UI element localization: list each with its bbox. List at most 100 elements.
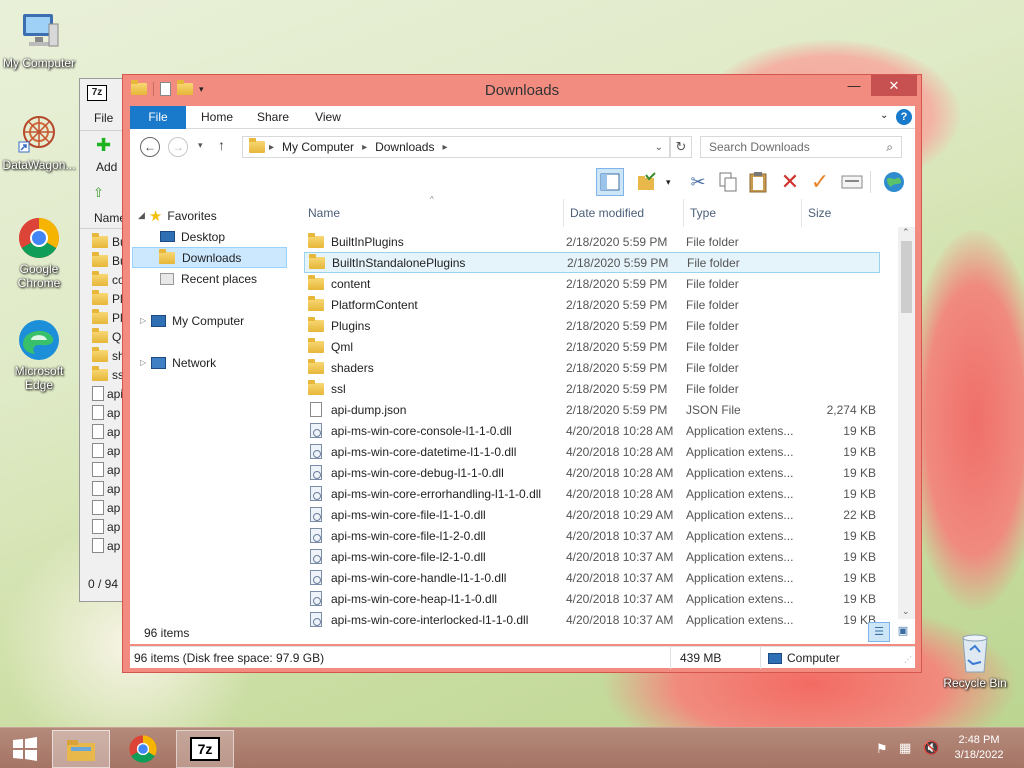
cell-type: File folder: [687, 255, 740, 270]
table-row[interactable]: ssl 2/18/2020 5:59 PM File folder: [304, 378, 880, 399]
minimize-button[interactable]: —: [841, 75, 867, 96]
table-row[interactable]: BuiltInPlugins 2/18/2020 5:59 PM File fold…: [304, 231, 880, 252]
tab-file[interactable]: File: [130, 106, 186, 129]
table-row[interactable]: api-ms-win-core-heap-l1-1-0.dll 4/20/2018…: [304, 588, 880, 609]
large-icons-view-button[interactable]: ▣: [892, 622, 914, 642]
desktop-icon-datawagon[interactable]: DataWagon...: [0, 112, 79, 172]
help-icon[interactable]: ?: [896, 109, 912, 125]
column-header-type[interactable]: Type: [684, 199, 802, 227]
breadcrumb-separator-icon[interactable]: ▸: [442, 142, 447, 153]
cell-name: BuiltInPlugins: [308, 232, 404, 249]
refresh-button[interactable]: ↻: [670, 136, 692, 158]
explorer-window[interactable]: ▾ Downloads — ☐ ✕ File Home Share View ⌄…: [122, 74, 922, 673]
expand-arrow-icon[interactable]: ▷: [140, 358, 146, 367]
table-row[interactable]: api-ms-win-core-console-l1-1-0.dll 4/20/2…: [304, 420, 880, 441]
taskbar-file-explorer[interactable]: [52, 730, 110, 768]
action-center-flag-icon[interactable]: ⚑: [876, 741, 888, 757]
select-folder-icon[interactable]: [633, 168, 661, 196]
table-row[interactable]: PlatformContent 2/18/2020 5:59 PM File fol…: [304, 294, 880, 315]
tab-view[interactable]: View: [305, 106, 351, 129]
desktop-icon-recycle-bin[interactable]: Recycle Bin: [935, 630, 1015, 690]
table-row[interactable]: api-ms-win-core-file-l1-1-0.dll 4/20/2018…: [304, 504, 880, 525]
desktop-icon-edge[interactable]: Microsoft Edge: [0, 318, 79, 392]
column-header-size[interactable]: Size: [802, 199, 880, 227]
address-dropdown-icon[interactable]: ⌄: [655, 142, 663, 153]
search-input[interactable]: Search Downloads ⌕: [700, 136, 902, 158]
expand-arrow-icon[interactable]: ▷: [140, 316, 146, 325]
forward-button[interactable]: →: [168, 137, 188, 157]
breadcrumb-my-computer[interactable]: My Computer: [282, 140, 354, 154]
column-header-name[interactable]: Name: [302, 199, 564, 227]
cell-size: 19 KB: [843, 486, 876, 501]
cell-name: Qml: [308, 337, 353, 354]
scroll-up-icon[interactable]: ⌃: [902, 227, 910, 238]
nav-my-computer[interactable]: ▷ My Computer: [140, 310, 244, 331]
cell-date: 4/20/2018 10:29 AM: [566, 507, 674, 522]
table-row[interactable]: Plugins 2/18/2020 5:59 PM File folder: [304, 315, 880, 336]
cut-icon[interactable]: ✂: [684, 168, 712, 196]
tab-share[interactable]: Share: [250, 106, 296, 129]
nav-downloads[interactable]: Downloads: [132, 247, 287, 268]
details-view-button[interactable]: ☰: [868, 622, 890, 642]
recent-locations-icon[interactable]: ▾: [198, 140, 203, 151]
table-row[interactable]: api-ms-win-core-file-l2-1-0.dll 4/20/2018…: [304, 546, 880, 567]
table-row[interactable]: Qml 2/18/2020 5:59 PM File folder: [304, 336, 880, 357]
table-row[interactable]: api-ms-win-core-file-l1-2-0.dll 4/20/2018…: [304, 525, 880, 546]
expand-ribbon-icon[interactable]: ⌄: [880, 110, 888, 121]
nav-favorites[interactable]: ◢ ★ Favorites: [138, 205, 217, 226]
taskbar-7zip[interactable]: 7z: [176, 730, 234, 768]
network-tray-icon[interactable]: ▦: [899, 740, 911, 756]
dropdown-arrow-icon[interactable]: ▾: [666, 177, 671, 188]
table-row[interactable]: content 2/18/2020 5:59 PM File folder: [304, 273, 880, 294]
title-bar[interactable]: ▾ Downloads — ☐ ✕: [123, 75, 921, 105]
taskbar-chrome[interactable]: [118, 730, 168, 768]
vertical-scrollbar[interactable]: ⌃ ⌄: [898, 227, 915, 619]
breadcrumb-separator-icon[interactable]: ▸: [362, 142, 367, 153]
start-button[interactable]: [6, 730, 44, 768]
search-icon[interactable]: ⌕: [886, 140, 893, 155]
table-row[interactable]: api-ms-win-core-interlocked-l1-1-0.dll 4/…: [304, 609, 880, 630]
up-folder-icon[interactable]: ⇧: [93, 185, 104, 201]
file-name: api-ms-win-core-interlocked-l1-1-0.dll: [331, 612, 529, 627]
desktop-icon-my-computer[interactable]: My Computer: [0, 10, 79, 70]
table-row[interactable]: api-dump.json 2/18/2020 5:59 PM JSON File 2…: [304, 399, 880, 420]
preview-pane-button[interactable]: [596, 168, 624, 196]
tab-home[interactable]: Home: [192, 106, 242, 129]
up-button[interactable]: ↑: [218, 137, 225, 153]
table-row[interactable]: api-ms-win-core-errorhandling-l1-1-0.dll…: [304, 483, 880, 504]
table-row[interactable]: api-ms-win-core-datetime-l1-1-0.dll 4/20/…: [304, 441, 880, 462]
nav-recent-places[interactable]: Recent places: [160, 268, 257, 289]
scroll-down-icon[interactable]: ⌄: [902, 606, 910, 617]
table-row[interactable]: shaders 2/18/2020 5:59 PM File folder: [304, 357, 880, 378]
table-row[interactable]: BuiltInStandalonePlugins 2/18/2020 5:59 P…: [304, 252, 880, 273]
rename-check-icon[interactable]: ✓: [806, 168, 834, 196]
cell-name: api-ms-win-core-console-l1-1-0.dll: [308, 423, 512, 438]
back-button[interactable]: ←: [140, 137, 160, 157]
dll-file-icon: [310, 612, 322, 627]
scrollbar-thumb[interactable]: [901, 241, 912, 313]
clock[interactable]: 2:48 PM 3/18/2022: [944, 733, 1014, 763]
close-button[interactable]: ✕: [871, 75, 917, 96]
nav-desktop[interactable]: Desktop: [160, 226, 225, 247]
cell-type: Application extens...: [686, 591, 794, 606]
collapse-arrow-icon[interactable]: ◢: [138, 210, 145, 221]
paste-icon[interactable]: [744, 168, 772, 196]
breadcrumb-downloads[interactable]: Downloads: [375, 140, 434, 154]
nav-network[interactable]: ▷ Network: [140, 352, 216, 373]
copy-icon[interactable]: [714, 168, 742, 196]
address-bar[interactable]: ▸ My Computer ▸ Downloads ▸ ⌄: [242, 136, 670, 158]
delete-icon[interactable]: ✕: [776, 168, 804, 196]
file-icon: [92, 405, 104, 420]
globe-icon[interactable]: [880, 168, 908, 196]
volume-muted-icon[interactable]: 🔇: [923, 740, 939, 756]
column-header-date[interactable]: Date modified: [564, 199, 684, 227]
table-row[interactable]: api-ms-win-core-handle-l1-1-0.dll 4/20/20…: [304, 567, 880, 588]
properties-icon[interactable]: [838, 168, 866, 196]
7zip-menu-file[interactable]: File: [94, 111, 113, 125]
file-name: ssl: [331, 381, 346, 396]
folder-icon: [92, 308, 108, 324]
table-row[interactable]: api-ms-win-core-debug-l1-1-0.dll 4/20/201…: [304, 462, 880, 483]
desktop-icon-chrome[interactable]: Google Chrome: [0, 216, 79, 290]
resize-grip-icon[interactable]: ⋰: [904, 655, 912, 664]
7zip-add-button[interactable]: Add: [96, 160, 117, 174]
